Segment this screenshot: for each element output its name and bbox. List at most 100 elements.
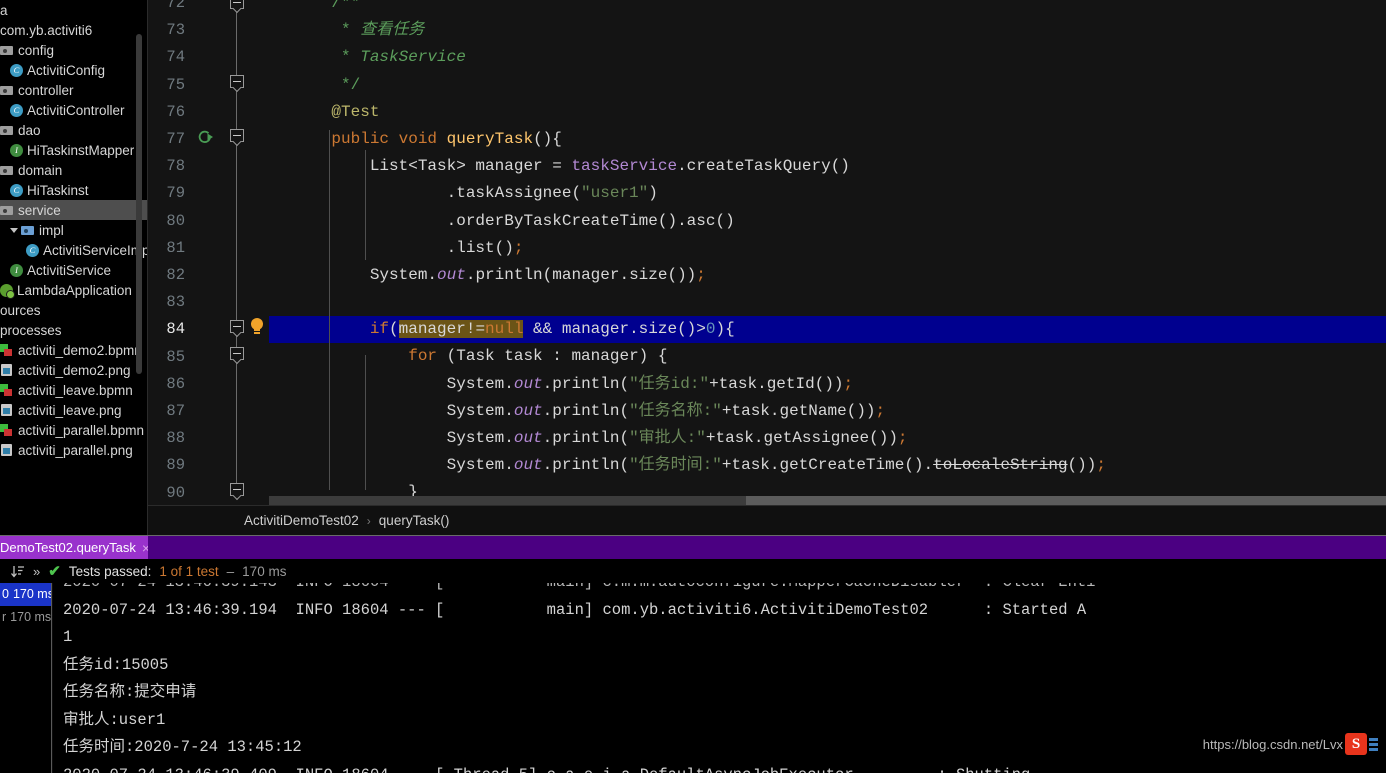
code-line-73[interactable]: * 查看任务 [269,17,1386,44]
test-status-label: Tests passed: [68,563,152,579]
tree-item-activiti-demo2-bpmn[interactable]: activiti_demo2.bpmn [0,340,148,360]
code-token: /** [331,0,361,12]
code-line-81[interactable]: .list(); [269,235,1386,262]
tree-item-lambdaapplication[interactable]: LambdaApplication [0,280,148,300]
line-number-85: 85 [166,347,185,366]
code-line-88[interactable]: System.out.println("审批人:"+task.getAssign… [269,425,1386,452]
tree-item-config[interactable]: config [0,40,148,60]
code-line-84[interactable]: if(manager!=null && manager.size()>0){ [269,316,1386,344]
sort-icon[interactable] [10,564,25,579]
scrollbar-thumb[interactable] [746,496,1386,505]
java-class-icon: C [10,103,23,117]
code-line-82[interactable]: System.out.println(manager.size()); [269,262,1386,289]
fold-marker-72[interactable] [230,0,244,9]
code-token: ; [1096,456,1106,475]
fold-marker-90[interactable] [230,483,244,496]
code-line-89[interactable]: System.out.println("任务时间:"+task.getCreat… [269,452,1386,479]
tree-item-activitiservice[interactable]: I ActivitiService [0,260,148,280]
sidebar-scrollbar[interactable] [136,34,142,374]
tree-item-ources[interactable]: ources [0,300,148,320]
test-tree-row[interactable]: 0 170 ms [0,583,51,606]
tree-item-domain[interactable]: domain [0,160,148,180]
tree-item-processes[interactable]: processes [0,320,148,340]
test-status-count: 1 of 1 test [159,563,219,579]
tree-item-com-yb-activiti6[interactable]: com.yb.activiti6 [0,20,148,40]
code-text-area[interactable]: /** * 查看任务 * TaskService */ @Test public… [269,0,1386,505]
folder-icon [0,43,14,57]
editor-gutter[interactable]: 72 73 74 75 76 77 78 79 80 81 82 83 84 85 86 87 88 89 90 [148,0,269,505]
code-line-78[interactable]: List<Task> manager = taskService.createT… [269,153,1386,180]
code-line-74[interactable]: * TaskService [269,44,1386,71]
code-line-79[interactable]: .taskAssignee("user1") [269,180,1386,207]
indent-guide [329,130,330,490]
java-class-icon: C [26,243,39,257]
close-icon[interactable]: × [142,540,148,556]
code-line-77[interactable]: public void queryTask(){ [269,126,1386,153]
tree-item-label: ActivitiServiceImpl [43,242,148,258]
code-token: +task.getAssignee()) [705,429,898,447]
tree-item-hitaskinstmapper[interactable]: I HiTaskinstMapper [0,140,148,160]
code-token: ( [389,320,399,339]
line-number-89: 89 [166,456,185,475]
code-line-83[interactable] [269,289,1386,316]
tree-item-a[interactable]: a [0,0,148,20]
chevron-down-icon[interactable] [10,227,18,233]
fold-marker-84[interactable] [230,320,244,333]
breadcrumb-method[interactable]: queryTask() [379,513,450,528]
run-tab-active[interactable]: DemoTest02.queryTask × [0,535,148,560]
code-token: System. [293,374,514,393]
folder-blue-icon [21,223,35,237]
ide-window: a com.yb.activiti6 config C ActivitiConfig co… [0,0,1386,773]
editor-horizontal-scrollbar[interactable] [269,496,1386,505]
tree-item-activiti-parallel-bpmn[interactable]: activiti_parallel.bpmn [0,420,148,440]
code-line-87[interactable]: System.out.println("任务名称:"+task.getName(… [269,398,1386,425]
fold-marker-75[interactable] [230,75,244,88]
code-token: && manager.size()> [523,320,706,339]
tree-item-hitaskinst[interactable]: C HiTaskinst [0,180,148,200]
tree-item-activiti-leave-png[interactable]: activiti_leave.png [0,400,148,420]
project-tree-panel[interactable]: a com.yb.activiti6 config C ActivitiConfig co… [0,0,148,545]
console-output[interactable]: 2020-07-24 13:46:39.143 INFO 18604 --- [… [53,583,1386,773]
tree-item-activiticonfig[interactable]: C ActivitiConfig [0,60,148,80]
intention-bulb-icon[interactable] [250,318,264,335]
tree-item-service[interactable]: service [0,200,148,220]
tree-item-activiticontroller[interactable]: C ActivitiController [0,100,148,120]
tree-item-activitiserviceimpl[interactable]: C ActivitiServiceImpl [0,240,148,260]
test-results-tree[interactable]: 0 170 ms r 170 ms [0,583,52,773]
code-token: @Test [331,102,380,121]
test-tree-row[interactable]: r 170 ms [0,606,51,629]
fold-marker-85[interactable] [230,347,244,360]
expand-icon[interactable]: » [33,564,40,579]
code-line-80[interactable]: .orderByTaskCreateTime().asc() [269,208,1386,235]
test-tree-row-duration: 170 ms [10,610,52,624]
png-icon [0,403,14,417]
code-line-76[interactable]: @Test [269,99,1386,126]
code-token: ){ [715,320,735,339]
tree-item-impl[interactable]: impl [0,220,148,240]
run-test-icon[interactable] [196,128,214,146]
code-token: ) [648,184,658,203]
code-line-75[interactable]: */ [269,72,1386,99]
breadcrumb[interactable]: ActivitiDemoTest02 › queryTask() [148,505,1386,535]
tree-item-activiti-leave-bpmn[interactable]: activiti_leave.bpmn [0,380,148,400]
tree-item-activiti-demo2-png[interactable]: activiti_demo2.png [0,360,148,380]
tree-item-activiti-parallel-png[interactable]: activiti_parallel.png [0,440,148,460]
run-tool-tab-bar[interactable]: DemoTest02.queryTask × [0,535,1386,560]
code-token: != [465,320,486,339]
tree-item-controller[interactable]: controller [0,80,148,100]
code-editor[interactable]: 72 73 74 75 76 77 78 79 80 81 82 83 84 85 86 87 88 89 90 [148,0,1386,505]
code-token: List<Task> manager = [293,157,572,176]
code-token: (){ [533,129,562,148]
code-token: if [369,320,390,339]
tree-item-dao[interactable]: dao [0,120,148,140]
line-number-75: 75 [166,75,185,94]
code-line-72[interactable]: /** [269,0,1386,17]
code-token: ; [875,401,886,420]
breadcrumb-class[interactable]: ActivitiDemoTest02 [244,513,359,528]
line-number-84: 84 [166,320,185,339]
code-line-85[interactable]: for (Task task : manager) { [269,343,1386,370]
fold-marker-77[interactable] [230,129,244,142]
code-line-86[interactable]: System.out.println("任务id:"+task.getId())… [269,371,1386,398]
